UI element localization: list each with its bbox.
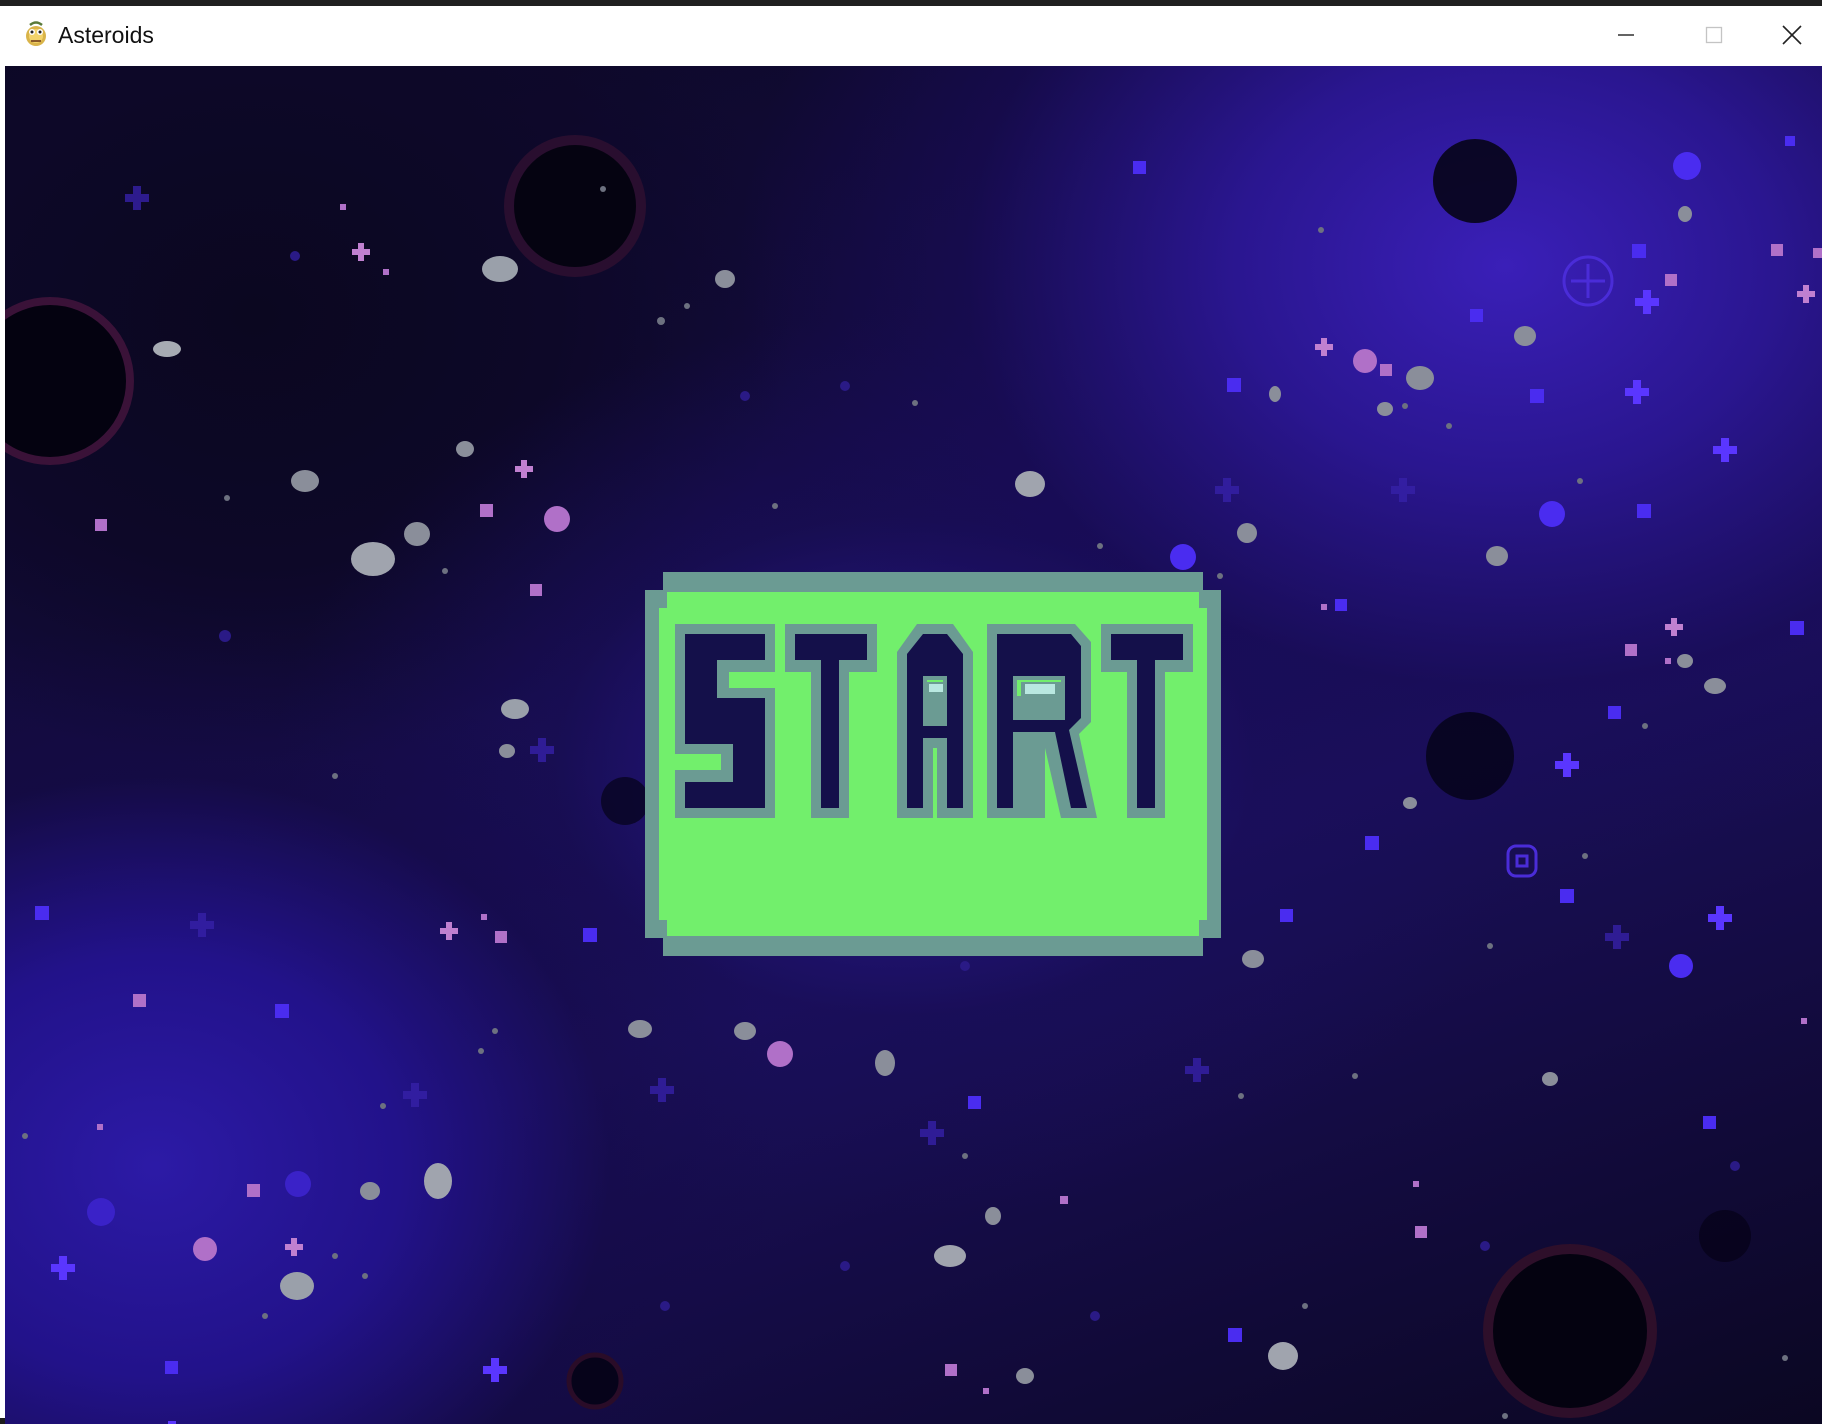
minimize-icon — [1618, 34, 1634, 36]
title-bar[interactable]: Asteroids — [0, 6, 1822, 64]
game-canvas[interactable]: START — [5, 66, 1822, 1424]
window-title: Asteroids — [58, 22, 154, 48]
close-button[interactable] — [1762, 6, 1822, 64]
pygame-snake-icon — [26, 21, 46, 46]
start-button[interactable]: START — [645, 572, 1221, 956]
minimize-button[interactable] — [1586, 6, 1666, 64]
maximize-icon — [1705, 26, 1723, 44]
target-markers — [1506, 255, 1614, 878]
maximize-button[interactable] — [1674, 6, 1754, 64]
start-button-graphic — [645, 572, 1221, 956]
close-icon — [1782, 25, 1802, 45]
app-window: Asteroids — [0, 0, 1822, 1424]
